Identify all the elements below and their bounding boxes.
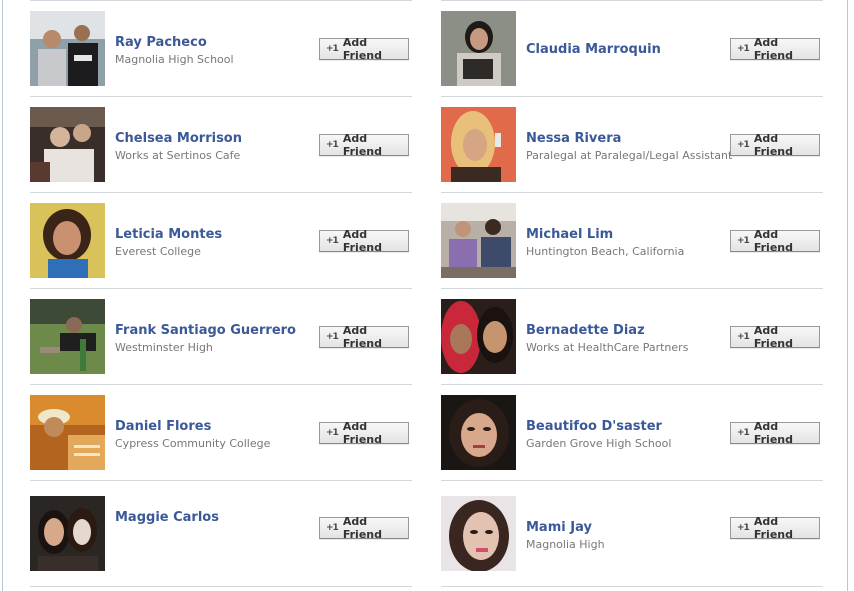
add-friend-button[interactable]: +1 Add Friend — [319, 515, 409, 541]
profile-photo[interactable] — [30, 395, 105, 470]
add-friend-button[interactable]: +1 Add Friend — [730, 132, 820, 158]
friend-name-link[interactable]: Leticia Montes — [115, 227, 222, 243]
content-frame-left-border — [2, 0, 3, 591]
add-friend-icon: +1 — [737, 428, 750, 438]
profile-photo[interactable] — [441, 203, 516, 278]
friend-suggestion-row: Maggie Carlos +1 Add Friend — [30, 481, 412, 587]
profile-photo[interactable] — [30, 11, 105, 86]
friend-name-link[interactable]: Beautifoo D'saster — [526, 419, 671, 435]
add-friend-button[interactable]: +1 Add Friend — [319, 132, 409, 158]
profile-photo[interactable] — [441, 107, 516, 182]
add-friend-label: Add Friend — [342, 228, 382, 254]
profile-photo[interactable] — [30, 107, 105, 182]
friend-name-link[interactable]: Claudia Marroquin — [526, 42, 661, 58]
friend-suggestion-row: Bernadette Diaz Works at HealthCare Part… — [441, 289, 823, 385]
add-friend-label: Add Friend — [753, 132, 793, 158]
add-friend-icon: +1 — [326, 523, 339, 533]
friend-info: Claudia Marroquin — [526, 42, 661, 58]
add-friend-label: Add Friend — [342, 132, 382, 158]
add-friend-label: Add Friend — [342, 36, 382, 62]
friend-name-link[interactable]: Daniel Flores — [115, 419, 270, 435]
add-friend-label: Add Friend — [342, 420, 382, 446]
friend-subtitle: Works at HealthCare Partners — [526, 341, 689, 354]
friend-subtitle: Westminster High — [115, 341, 213, 354]
friend-suggestion-row: Beautifoo D'saster Garden Grove High Sch… — [441, 385, 823, 481]
friend-info: Leticia Montes Everest College — [115, 227, 222, 259]
add-friend-icon: +1 — [737, 140, 750, 150]
friend-suggestion-row: Nessa Rivera Paralegal at Paralegal/Lega… — [441, 97, 823, 193]
friend-name-link[interactable]: Nessa Rivera — [526, 131, 732, 147]
friend-subtitle: Magnolia High School — [115, 53, 234, 66]
profile-photo[interactable] — [30, 203, 105, 278]
add-friend-label: Add Friend — [753, 515, 793, 541]
profile-photo[interactable] — [441, 299, 516, 374]
friend-subtitle: Works at Sertinos Cafe — [115, 149, 241, 162]
add-friend-button[interactable]: +1 Add Friend — [319, 36, 409, 62]
add-friend-button[interactable]: +1 Add Friend — [319, 228, 409, 254]
friend-subtitle: Cypress Community College — [115, 437, 271, 450]
add-friend-icon: +1 — [326, 428, 339, 438]
profile-photo[interactable] — [30, 299, 105, 374]
friend-suggestion-row: Michael Lim Huntington Beach, California… — [441, 193, 823, 289]
add-friend-button[interactable]: +1 Add Friend — [730, 420, 820, 446]
profile-photo[interactable] — [441, 496, 516, 571]
add-friend-label: Add Friend — [342, 515, 382, 541]
add-friend-icon: +1 — [326, 140, 339, 150]
friend-suggestion-row: Daniel Flores Cypress Community College … — [30, 385, 412, 481]
add-friend-icon: +1 — [737, 236, 750, 246]
friend-name-link[interactable]: Michael Lim — [526, 227, 684, 243]
friend-suggestion-row: Ray Pacheco Magnolia High School +1 Add … — [30, 1, 412, 97]
suggestions-column-left: Ray Pacheco Magnolia High School +1 Add … — [30, 0, 412, 587]
friend-suggestion-row: Claudia Marroquin +1 Add Friend — [441, 1, 823, 97]
profile-photo[interactable] — [441, 395, 516, 470]
friend-info: Beautifoo D'saster Garden Grove High Sch… — [526, 419, 671, 451]
profile-photo[interactable] — [30, 496, 105, 571]
friend-info: Chelsea Morrison Works at Sertinos Cafe — [115, 131, 242, 163]
friend-subtitle: Magnolia High — [526, 538, 605, 551]
add-friend-icon: +1 — [737, 332, 750, 342]
add-friend-label: Add Friend — [753, 324, 793, 350]
suggestions-column-right: Claudia Marroquin +1 Add Friend Nessa Ri… — [441, 0, 823, 587]
friend-info: Nessa Rivera Paralegal at Paralegal/Lega… — [526, 131, 732, 163]
add-friend-button[interactable]: +1 Add Friend — [730, 515, 820, 541]
add-friend-icon: +1 — [326, 44, 339, 54]
content-frame-right-border — [847, 0, 848, 591]
profile-photo[interactable] — [441, 11, 516, 86]
friend-info: Daniel Flores Cypress Community College — [115, 419, 270, 451]
add-friend-icon: +1 — [326, 236, 339, 246]
friend-name-link[interactable]: Frank Santiago Guerrero — [115, 323, 296, 339]
add-friend-label: Add Friend — [753, 228, 793, 254]
friend-suggestion-row: Chelsea Morrison Works at Sertinos Cafe … — [30, 97, 412, 193]
friend-subtitle: Paralegal at Paralegal/Legal Assistant — [526, 149, 733, 162]
add-friend-icon: +1 — [737, 44, 750, 54]
friend-subtitle: Garden Grove High School — [526, 437, 672, 450]
friend-name-link[interactable]: Ray Pacheco — [115, 35, 234, 51]
friend-info: Bernadette Diaz Works at HealthCare Part… — [526, 323, 688, 355]
add-friend-label: Add Friend — [753, 36, 793, 62]
friend-subtitle: Everest College — [115, 245, 201, 258]
friend-info: Mami Jay Magnolia High — [526, 520, 605, 552]
friend-name-link[interactable]: Maggie Carlos — [115, 510, 219, 526]
add-friend-button[interactable]: +1 Add Friend — [730, 36, 820, 62]
add-friend-label: Add Friend — [753, 420, 793, 446]
friend-info: Frank Santiago Guerrero Westminster High — [115, 323, 296, 355]
friend-suggestion-row: Frank Santiago Guerrero Westminster High… — [30, 289, 412, 385]
add-friend-icon: +1 — [737, 523, 750, 533]
add-friend-button[interactable]: +1 Add Friend — [319, 420, 409, 446]
friend-suggestion-row: Leticia Montes Everest College +1 Add Fr… — [30, 193, 412, 289]
friend-subtitle: Huntington Beach, California — [526, 245, 685, 258]
friend-name-link[interactable]: Mami Jay — [526, 520, 605, 536]
friend-info: Michael Lim Huntington Beach, California — [526, 227, 684, 259]
friend-name-link[interactable]: Bernadette Diaz — [526, 323, 688, 339]
friend-suggestion-row: Mami Jay Magnolia High +1 Add Friend — [441, 481, 823, 587]
add-friend-label: Add Friend — [342, 324, 382, 350]
friend-info: Maggie Carlos — [115, 510, 219, 526]
friend-info: Ray Pacheco Magnolia High School — [115, 35, 234, 67]
add-friend-button[interactable]: +1 Add Friend — [319, 324, 409, 350]
friend-name-link[interactable]: Chelsea Morrison — [115, 131, 242, 147]
add-friend-button[interactable]: +1 Add Friend — [730, 228, 820, 254]
add-friend-icon: +1 — [326, 332, 339, 342]
add-friend-button[interactable]: +1 Add Friend — [730, 324, 820, 350]
